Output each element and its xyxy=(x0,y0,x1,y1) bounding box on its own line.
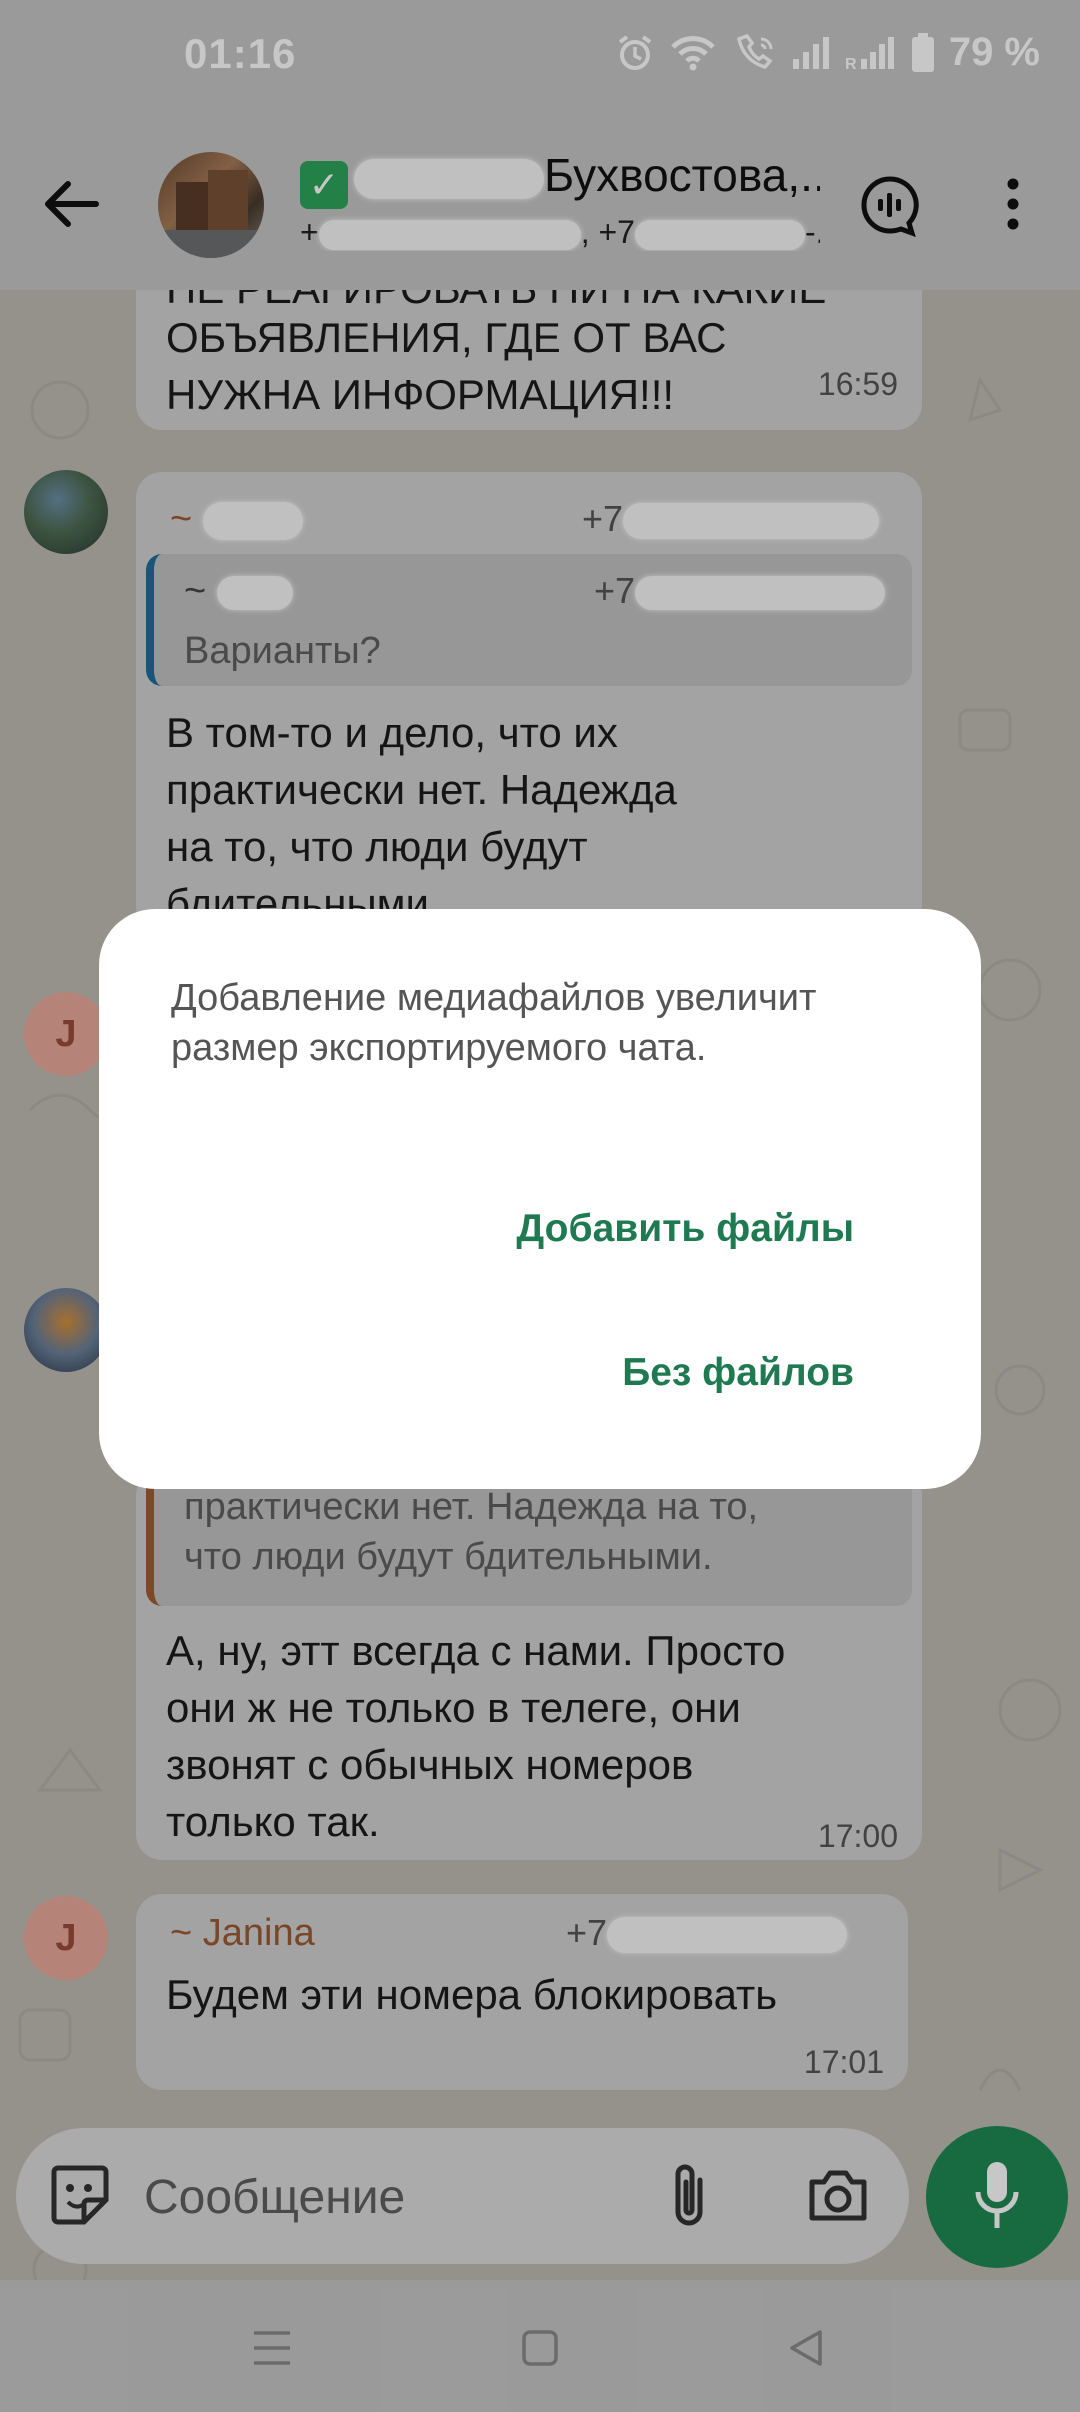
dialog-message: Добавление медиафайлов увеличит размер э… xyxy=(171,977,817,1069)
add-files-button[interactable]: Добавить файлы xyxy=(516,1207,854,1251)
export-media-dialog: Добавление медиафайлов увеличит размер э… xyxy=(99,909,981,1489)
without-files-button[interactable]: Без файлов xyxy=(622,1351,854,1395)
